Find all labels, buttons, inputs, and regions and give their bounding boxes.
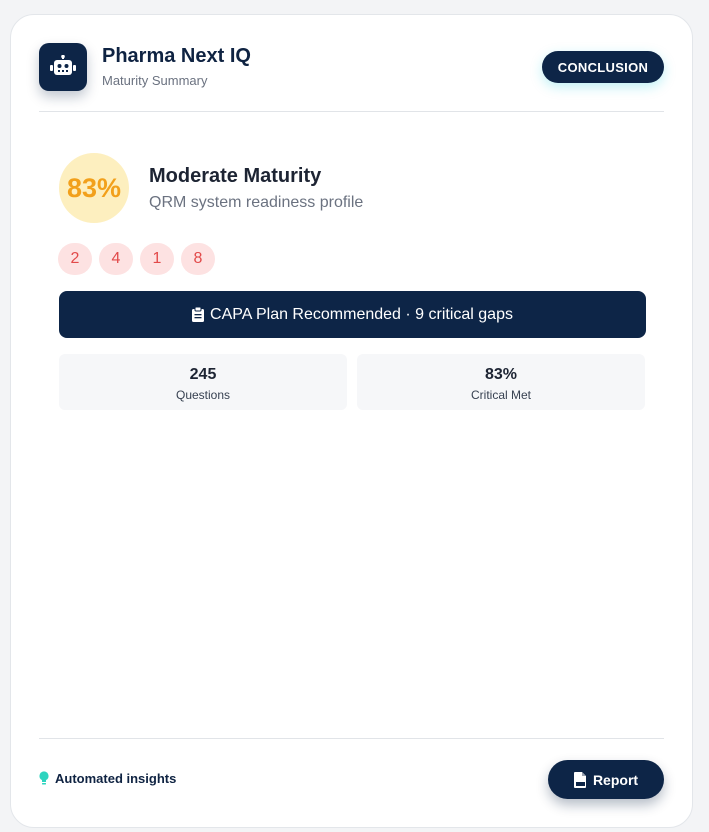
count-badge: 1	[140, 243, 174, 275]
card-header: Pharma Next IQ Maturity Summary CONCLUSI…	[39, 43, 664, 99]
capa-recommendation-banner[interactable]: CAPA Plan Recommended · 9 critical gaps	[59, 291, 646, 338]
maturity-description: QRM system readiness profile	[149, 194, 364, 211]
robot-icon	[39, 43, 87, 91]
lightbulb-icon	[39, 771, 49, 785]
stat-label: Critical Met	[470, 388, 531, 402]
stat-label: Questions	[175, 388, 231, 402]
header-divider	[39, 111, 664, 112]
stat-value: 83%	[484, 366, 518, 383]
footer-divider	[39, 738, 664, 739]
conclusion-button[interactable]: CONCLUSION	[542, 51, 664, 83]
insights-indicator: Automated insights	[39, 771, 176, 786]
pdf-file-icon	[573, 771, 586, 788]
count-badge: 4	[99, 243, 133, 275]
stat-questions: 245 Questions	[59, 354, 347, 410]
capa-text: CAPA Plan Recommended · 9 critical gaps	[210, 305, 513, 323]
clipboard-icon	[192, 307, 205, 322]
stat-critical-met: 83% Critical Met	[357, 354, 645, 410]
app-title: Pharma Next IQ	[102, 45, 251, 67]
report-label: Report	[592, 771, 639, 788]
count-badge: 8	[181, 243, 215, 275]
gap-count-badges: 2 4 1 8	[58, 243, 222, 275]
insights-label: Automated insights	[55, 771, 177, 786]
count-badge: 2	[58, 243, 92, 275]
maturity-summary-card: Pharma Next IQ Maturity Summary CONCLUSI…	[10, 14, 693, 828]
maturity-level-label: Moderate Maturity	[149, 165, 322, 187]
maturity-score: 83%	[59, 153, 129, 223]
report-button[interactable]: Report	[548, 760, 664, 799]
app-subtitle: Maturity Summary	[102, 73, 208, 88]
stat-value: 245	[189, 366, 217, 383]
